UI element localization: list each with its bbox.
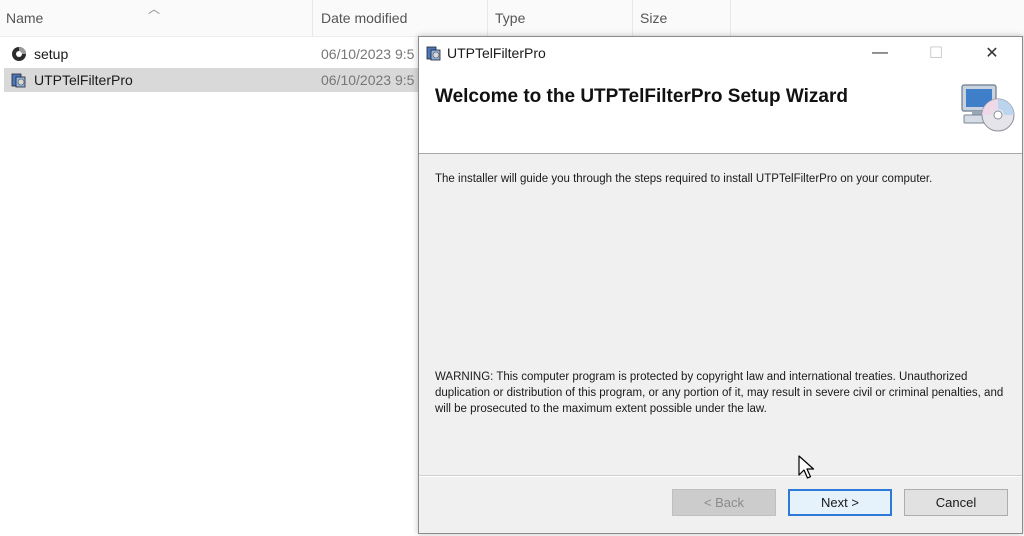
- wizard-heading: Welcome to the UTPTelFilterPro Setup Wiz…: [435, 86, 848, 107]
- setup-icon: [10, 45, 28, 63]
- cancel-button[interactable]: Cancel: [904, 489, 1008, 516]
- dialog-titlebar[interactable]: UTPTelFilterPro — ☐ ✕: [419, 37, 1022, 69]
- file-name: setup: [34, 46, 69, 62]
- file-row-utptelfilterpro[interactable]: UTPTelFilterPro 06/10/2023 9:5: [4, 68, 424, 92]
- wizard-banner: Welcome to the UTPTelFilterPro Setup Wiz…: [419, 69, 1022, 154]
- close-button[interactable]: ✕: [969, 37, 1015, 69]
- column-name[interactable]: Name: [6, 10, 43, 26]
- mouse-pointer-icon: [798, 455, 816, 481]
- file-date: 06/10/2023 9:5: [321, 72, 415, 88]
- column-divider[interactable]: [730, 0, 731, 36]
- computer-cd-icon: [958, 79, 1016, 135]
- column-divider[interactable]: [487, 0, 488, 36]
- column-size[interactable]: Size: [640, 10, 667, 26]
- column-divider[interactable]: [312, 0, 313, 36]
- column-date-modified[interactable]: Date modified: [321, 10, 407, 26]
- next-button[interactable]: Next >: [788, 489, 892, 516]
- file-date: 06/10/2023 9:5: [321, 46, 415, 62]
- dialog-title: UTPTelFilterPro: [447, 45, 546, 61]
- column-header-bar: Name ︿ Date modified Type Size: [0, 0, 1024, 37]
- footer-divider: [419, 475, 1022, 477]
- back-button[interactable]: < Back: [672, 489, 776, 516]
- file-name: UTPTelFilterPro: [34, 72, 133, 88]
- installer-package-icon: [425, 44, 443, 62]
- maximize-button[interactable]: ☐: [913, 37, 959, 69]
- installer-package-icon: [10, 71, 28, 89]
- minimize-button[interactable]: —: [857, 37, 903, 69]
- copyright-warning: WARNING: This computer program is protec…: [435, 371, 1004, 415]
- setup-wizard-dialog: UTPTelFilterPro — ☐ ✕ Welcome to the UTP…: [418, 36, 1023, 534]
- sort-ascending-icon: ︿: [148, 2, 161, 16]
- column-type[interactable]: Type: [495, 10, 525, 26]
- column-divider[interactable]: [632, 0, 633, 36]
- wizard-intro-text: The installer will guide you through the…: [435, 173, 933, 185]
- file-row-setup[interactable]: setup 06/10/2023 9:5: [4, 42, 424, 66]
